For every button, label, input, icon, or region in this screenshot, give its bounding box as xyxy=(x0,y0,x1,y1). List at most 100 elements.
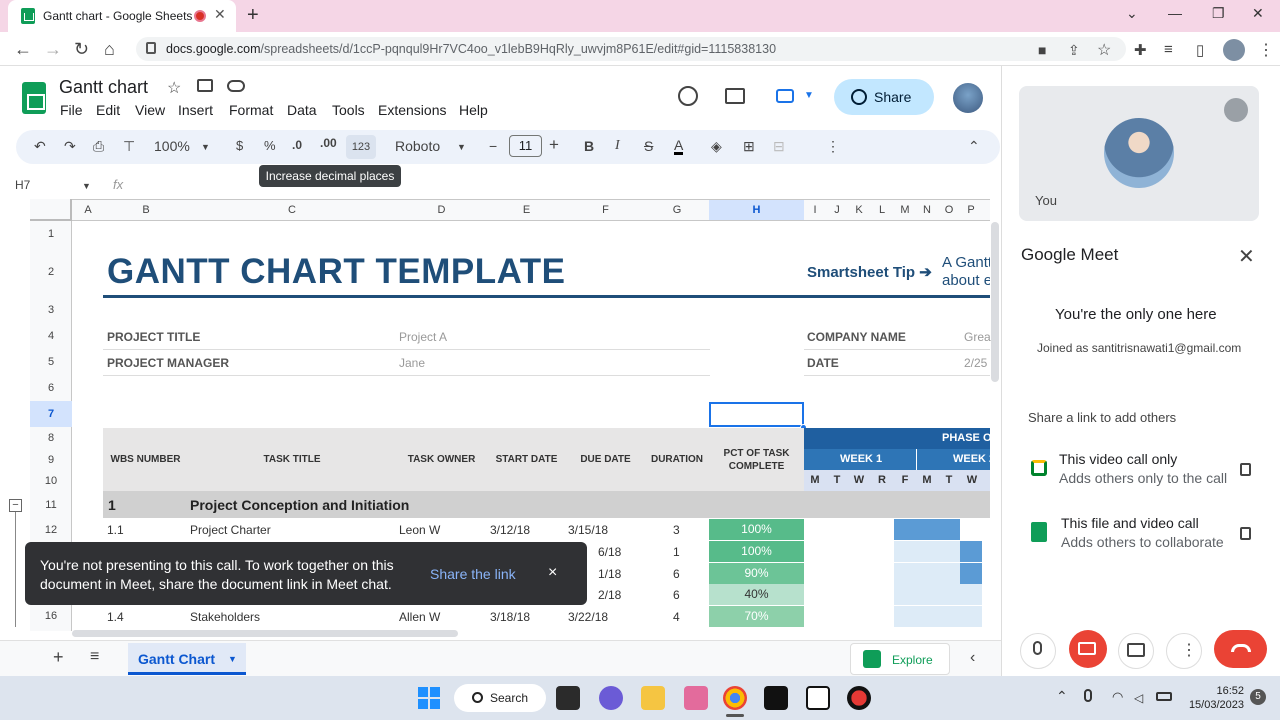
menu-extensions[interactable]: Extensions xyxy=(378,102,446,118)
option-video-call-title[interactable]: This video call only xyxy=(1059,451,1177,467)
row-header[interactable]: 3 xyxy=(30,304,72,316)
menu-insert[interactable]: Insert xyxy=(178,102,213,118)
tray-mic-icon[interactable] xyxy=(1084,689,1092,702)
share-page-icon[interactable]: ⇪ xyxy=(1068,42,1080,59)
browser-tab[interactable]: Gantt chart - Google Sheets ✕ xyxy=(8,0,236,32)
column-header[interactable]: C xyxy=(188,204,396,216)
zoom-dropdown-icon[interactable]: ▼ xyxy=(201,142,210,152)
row-header[interactable]: 9 xyxy=(30,454,72,466)
menu-file[interactable]: File xyxy=(60,102,83,118)
battery-icon[interactable] xyxy=(1156,692,1172,701)
borders-icon[interactable]: ⊞ xyxy=(743,138,755,155)
row-header[interactable]: 6 xyxy=(30,382,72,394)
column-header[interactable]: E xyxy=(487,204,566,216)
column-header[interactable]: B xyxy=(104,204,188,216)
task-due[interactable]: 2/18 xyxy=(598,588,621,602)
menu-tools[interactable]: Tools xyxy=(332,102,365,118)
bold-button[interactable]: B xyxy=(584,138,594,154)
collapse-toolbar-icon[interactable]: ⌃ xyxy=(968,138,980,155)
italic-button[interactable]: I xyxy=(615,138,620,154)
sheet-tab-dropdown-icon[interactable]: ▼ xyxy=(228,654,237,664)
address-bar[interactable]: docs.google.com/spreadsheets/d/1ccP-pqnq… xyxy=(136,37,1126,61)
close-meet-icon[interactable]: ✕ xyxy=(1238,244,1255,269)
merge-cells-icon[interactable]: ⊟ xyxy=(773,138,785,155)
company-name-value[interactable]: Grea xyxy=(964,330,991,344)
forward-icon[interactable]: → xyxy=(44,39,62,60)
reload-icon[interactable]: ↻ xyxy=(74,39,89,60)
menu-data[interactable]: Data xyxy=(287,102,317,118)
account-avatar[interactable] xyxy=(953,83,983,113)
menu-view[interactable]: View xyxy=(135,102,165,118)
sheets-logo-icon[interactable] xyxy=(22,82,46,114)
task-duration[interactable]: 6 xyxy=(673,567,680,581)
zoom-select[interactable]: 100% xyxy=(154,138,190,154)
row-header[interactable]: 12 xyxy=(30,524,72,536)
more-options-icon[interactable]: ⋮ xyxy=(826,138,840,155)
increase-decimal-button[interactable]: .00 xyxy=(320,136,344,158)
comments-icon[interactable] xyxy=(725,88,745,104)
undo-icon[interactable]: ↶ xyxy=(34,138,46,155)
teams-chat-icon[interactable] xyxy=(599,686,623,710)
increase-font-size-icon[interactable]: + xyxy=(549,135,559,155)
task-pct[interactable]: 70% xyxy=(709,606,804,627)
close-window-icon[interactable]: ✕ xyxy=(1252,5,1264,22)
project-title-value[interactable]: Project A xyxy=(399,330,447,344)
row-header[interactable]: 10 xyxy=(30,475,72,487)
toast-close-icon[interactable]: × xyxy=(548,564,557,582)
side-panel-toggle-icon[interactable]: ‹ xyxy=(970,649,975,667)
row-header[interactable]: 1 xyxy=(30,228,72,240)
column-header[interactable]: J xyxy=(826,204,848,216)
name-box[interactable]: H7 xyxy=(15,178,30,192)
share-button[interactable]: Share xyxy=(834,79,934,115)
extensions-icon[interactable]: ✚ xyxy=(1134,41,1147,59)
selected-cell-h7[interactable] xyxy=(709,402,804,427)
task-duration[interactable]: 6 xyxy=(673,588,680,602)
name-box-dropdown-icon[interactable]: ▼ xyxy=(82,181,91,191)
row-header[interactable]: 8 xyxy=(30,432,72,444)
option-file-call-title[interactable]: This file and video call xyxy=(1061,515,1199,531)
row-header[interactable]: 11 xyxy=(30,499,72,511)
menu-help[interactable]: Help xyxy=(459,102,488,118)
bookmark-star-icon[interactable]: ☆ xyxy=(1097,40,1111,60)
more-formats-button[interactable]: 123 xyxy=(346,135,376,159)
font-size-input[interactable]: 11 xyxy=(509,135,542,157)
taskbar-search[interactable]: Search xyxy=(454,684,546,712)
profile-avatar[interactable] xyxy=(1223,39,1245,61)
task-owner[interactable]: Allen W xyxy=(399,610,440,624)
column-header[interactable]: L xyxy=(870,204,894,216)
wifi-icon[interactable]: ◠ xyxy=(1112,689,1123,705)
tray-chevron-icon[interactable]: ⌃ xyxy=(1056,688,1068,705)
tab-search-icon[interactable]: ⌄ xyxy=(1126,5,1138,22)
column-header[interactable]: A xyxy=(72,204,104,216)
task-start[interactable]: 3/18/18 xyxy=(490,610,530,624)
fill-color-icon[interactable]: ◈ xyxy=(711,138,722,155)
move-folder-icon[interactable] xyxy=(197,79,213,92)
text-color-button[interactable]: A xyxy=(674,138,684,155)
row-header[interactable]: 7 xyxy=(30,408,72,420)
side-panel-icon[interactable]: ▯ xyxy=(1196,41,1204,59)
decrease-decimal-button[interactable]: .0 xyxy=(292,138,302,152)
row-header[interactable]: 4 xyxy=(30,330,72,342)
all-sheets-icon[interactable]: ≡ xyxy=(90,648,99,666)
currency-button[interactable]: $ xyxy=(236,138,243,153)
column-header[interactable]: I xyxy=(804,204,826,216)
vertical-scrollbar[interactable] xyxy=(991,222,999,382)
explore-button[interactable]: Explore xyxy=(850,643,950,675)
share-link-button[interactable]: Share the link xyxy=(430,566,516,582)
netflix-icon[interactable] xyxy=(764,686,788,710)
notification-badge[interactable]: 5 xyxy=(1250,689,1266,705)
meet-dropdown-icon[interactable]: ▼ xyxy=(804,90,814,101)
version-history-icon[interactable] xyxy=(678,86,698,106)
camera-in-use-icon[interactable]: ■ xyxy=(1038,42,1046,58)
strikethrough-button[interactable]: S xyxy=(644,138,653,154)
copy-link-icon[interactable] xyxy=(1240,527,1251,540)
windows-start-icon[interactable] xyxy=(418,687,440,709)
column-header[interactable]: M xyxy=(894,204,916,216)
column-header[interactable]: O xyxy=(938,204,960,216)
task-duration[interactable]: 4 xyxy=(673,610,680,624)
date-value[interactable]: 2/25 xyxy=(964,356,987,370)
task-duration[interactable]: 3 xyxy=(673,523,680,537)
back-icon[interactable]: ← xyxy=(14,39,32,60)
file-explorer-icon[interactable] xyxy=(641,686,665,710)
group-collapse-icon[interactable]: − xyxy=(9,499,22,512)
